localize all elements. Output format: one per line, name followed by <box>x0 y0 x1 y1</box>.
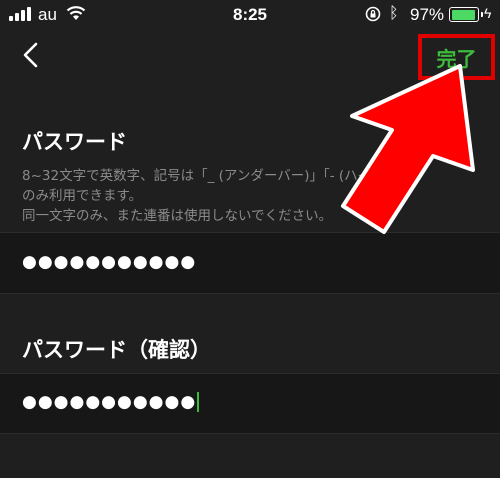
red-arrow-annotation <box>341 64 475 234</box>
